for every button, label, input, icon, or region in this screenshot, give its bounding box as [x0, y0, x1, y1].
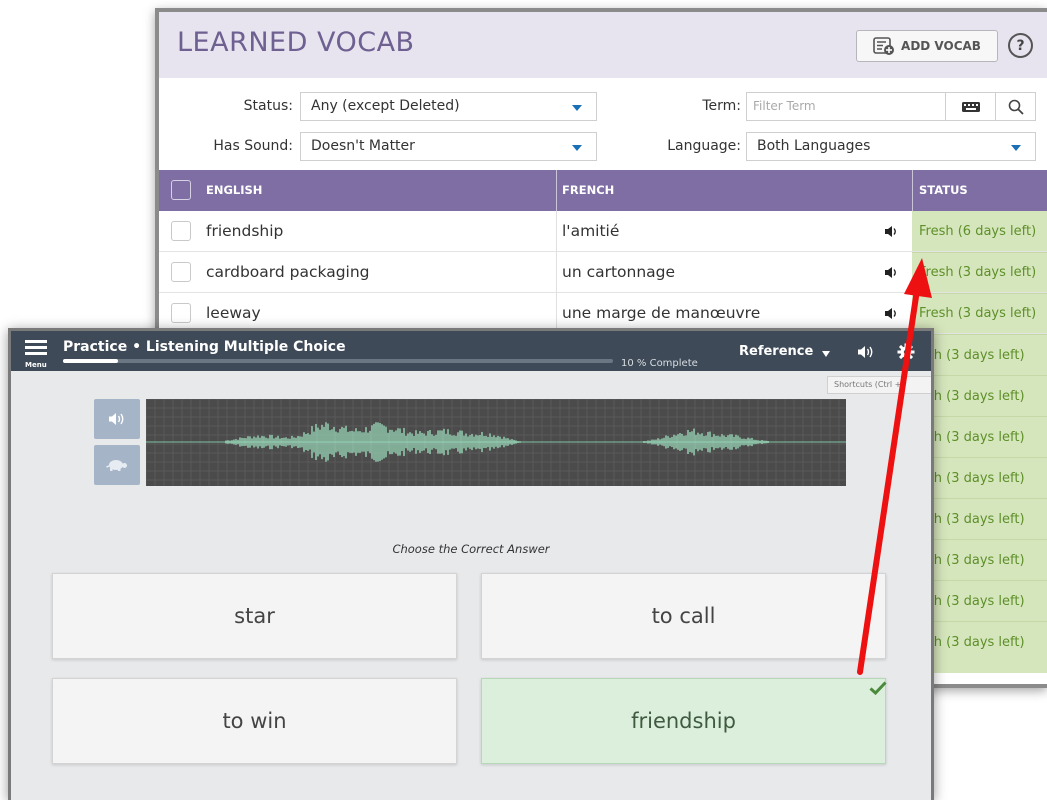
answer-choice[interactable]: to call: [481, 573, 886, 659]
answer-choice[interactable]: star: [52, 573, 457, 659]
menu-icon: [25, 340, 47, 343]
chevron-down-icon: [1011, 145, 1021, 151]
status-cell: esh (3 days left): [919, 594, 1025, 609]
language-select-value: Both Languages: [757, 138, 871, 154]
menu-icon: [25, 346, 47, 349]
table-row[interactable]: friendship l'amitié: [159, 211, 1047, 252]
column-divider: [912, 170, 913, 211]
french-term: une marge de manœuvre: [562, 304, 761, 322]
french-term: un cartonnage: [562, 263, 676, 281]
shortcuts-hint[interactable]: Shortcuts (Ctrl +: [827, 376, 931, 394]
vocab-header: LEARNED VOCAB ADD VOCAB ?: [159, 12, 1047, 78]
row-checkbox[interactable]: [171, 303, 191, 323]
column-french[interactable]: FRENCH: [562, 183, 614, 197]
reference-button[interactable]: Reference: [739, 344, 813, 359]
row-checkbox[interactable]: [171, 221, 191, 241]
status-cell: esh (3 days left): [919, 430, 1025, 445]
practice-topbar: Menu Practice • Listening Multiple Choic…: [11, 331, 931, 371]
waveform-graphic: [145, 398, 846, 486]
keyboard-icon: [961, 101, 980, 112]
english-term: friendship: [206, 222, 284, 240]
status-label: Status:: [243, 98, 293, 114]
search-button[interactable]: [996, 92, 1036, 121]
term-label: Term:: [702, 98, 741, 114]
column-divider: [556, 170, 557, 211]
select-all-checkbox[interactable]: [171, 180, 191, 200]
speaker-icon[interactable]: [884, 225, 898, 238]
column-english[interactable]: ENGLISH: [206, 183, 262, 197]
check-icon: [869, 681, 887, 695]
column-divider: [556, 211, 557, 336]
table-row[interactable]: cardboard packaging un cartonnage: [159, 252, 1047, 293]
status-cell: esh (3 days left): [919, 512, 1025, 527]
add-list-icon: [873, 37, 895, 55]
row-checkbox[interactable]: [171, 262, 191, 282]
term-filter-input[interactable]: Filter Term: [746, 92, 946, 121]
chevron-down-icon[interactable]: [822, 351, 830, 357]
add-vocab-button[interactable]: ADD VOCAB: [856, 30, 998, 62]
add-vocab-label: ADD VOCAB: [901, 39, 981, 53]
row-divider: [912, 293, 1047, 294]
speaker-icon[interactable]: [884, 266, 898, 279]
status-cell: Fresh (3 days left): [919, 306, 1037, 321]
volume-icon[interactable]: [857, 345, 875, 359]
speaker-icon: [109, 413, 124, 425]
french-term: l'amitié: [562, 222, 620, 240]
english-term: cardboard packaging: [206, 263, 370, 281]
status-cell: Fresh (6 days left): [919, 224, 1037, 239]
menu-icon: [25, 352, 47, 355]
help-icon[interactable]: ?: [1008, 33, 1033, 58]
row-divider: [912, 252, 1047, 253]
language-label: Language:: [667, 138, 741, 154]
has-sound-select[interactable]: Doesn't Matter: [300, 132, 597, 161]
keyboard-button[interactable]: [946, 92, 996, 121]
progress-fill: [63, 359, 118, 363]
status-cell: esh (3 days left): [919, 471, 1025, 486]
status-cell: esh (3 days left): [919, 635, 1025, 650]
status-cell: esh (3 days left): [919, 389, 1025, 404]
has-sound-select-value: Doesn't Matter: [311, 138, 415, 154]
answer-choice-correct[interactable]: friendship: [481, 678, 886, 764]
status-cell: Fresh (3 days left): [919, 265, 1037, 280]
slow-playback-button[interactable]: [94, 445, 140, 485]
status-cell: esh (3 days left): [919, 553, 1025, 568]
table-header: ENGLISH FRENCH STATUS: [159, 170, 1047, 211]
practice-title: Practice • Listening Multiple Choice: [63, 339, 346, 355]
language-select[interactable]: Both Languages: [746, 132, 1036, 161]
english-term: leeway: [206, 304, 261, 322]
page-title: LEARNED VOCAB: [177, 27, 415, 58]
search-icon: [1008, 99, 1024, 115]
answer-choice[interactable]: to win: [52, 678, 457, 764]
status-select[interactable]: Any (except Deleted): [300, 92, 597, 121]
speaker-icon[interactable]: [884, 307, 898, 320]
practice-window: Menu Practice • Listening Multiple Choic…: [8, 328, 934, 800]
menu-button[interactable]: Menu: [15, 337, 55, 371]
question-prompt: Choose the Correct Answer: [392, 542, 550, 556]
audio-waveform[interactable]: [145, 398, 846, 486]
status-cell: esh (3 days left): [919, 348, 1025, 363]
has-sound-label: Has Sound:: [213, 138, 293, 154]
gear-icon[interactable]: [897, 343, 915, 361]
play-audio-button[interactable]: [94, 399, 140, 439]
progress-bar: [63, 359, 613, 363]
screenshot-stage: LEARNED VOCAB ADD VOCAB ? Status: Any (e…: [0, 0, 1047, 800]
column-status[interactable]: STATUS: [919, 183, 968, 197]
menu-label: Menu: [25, 361, 47, 369]
chevron-down-icon: [572, 105, 582, 111]
turtle-icon: [106, 460, 127, 471]
progress-text: 10 % Complete: [621, 358, 698, 369]
status-select-value: Any (except Deleted): [311, 98, 460, 114]
chevron-down-icon: [572, 145, 582, 151]
